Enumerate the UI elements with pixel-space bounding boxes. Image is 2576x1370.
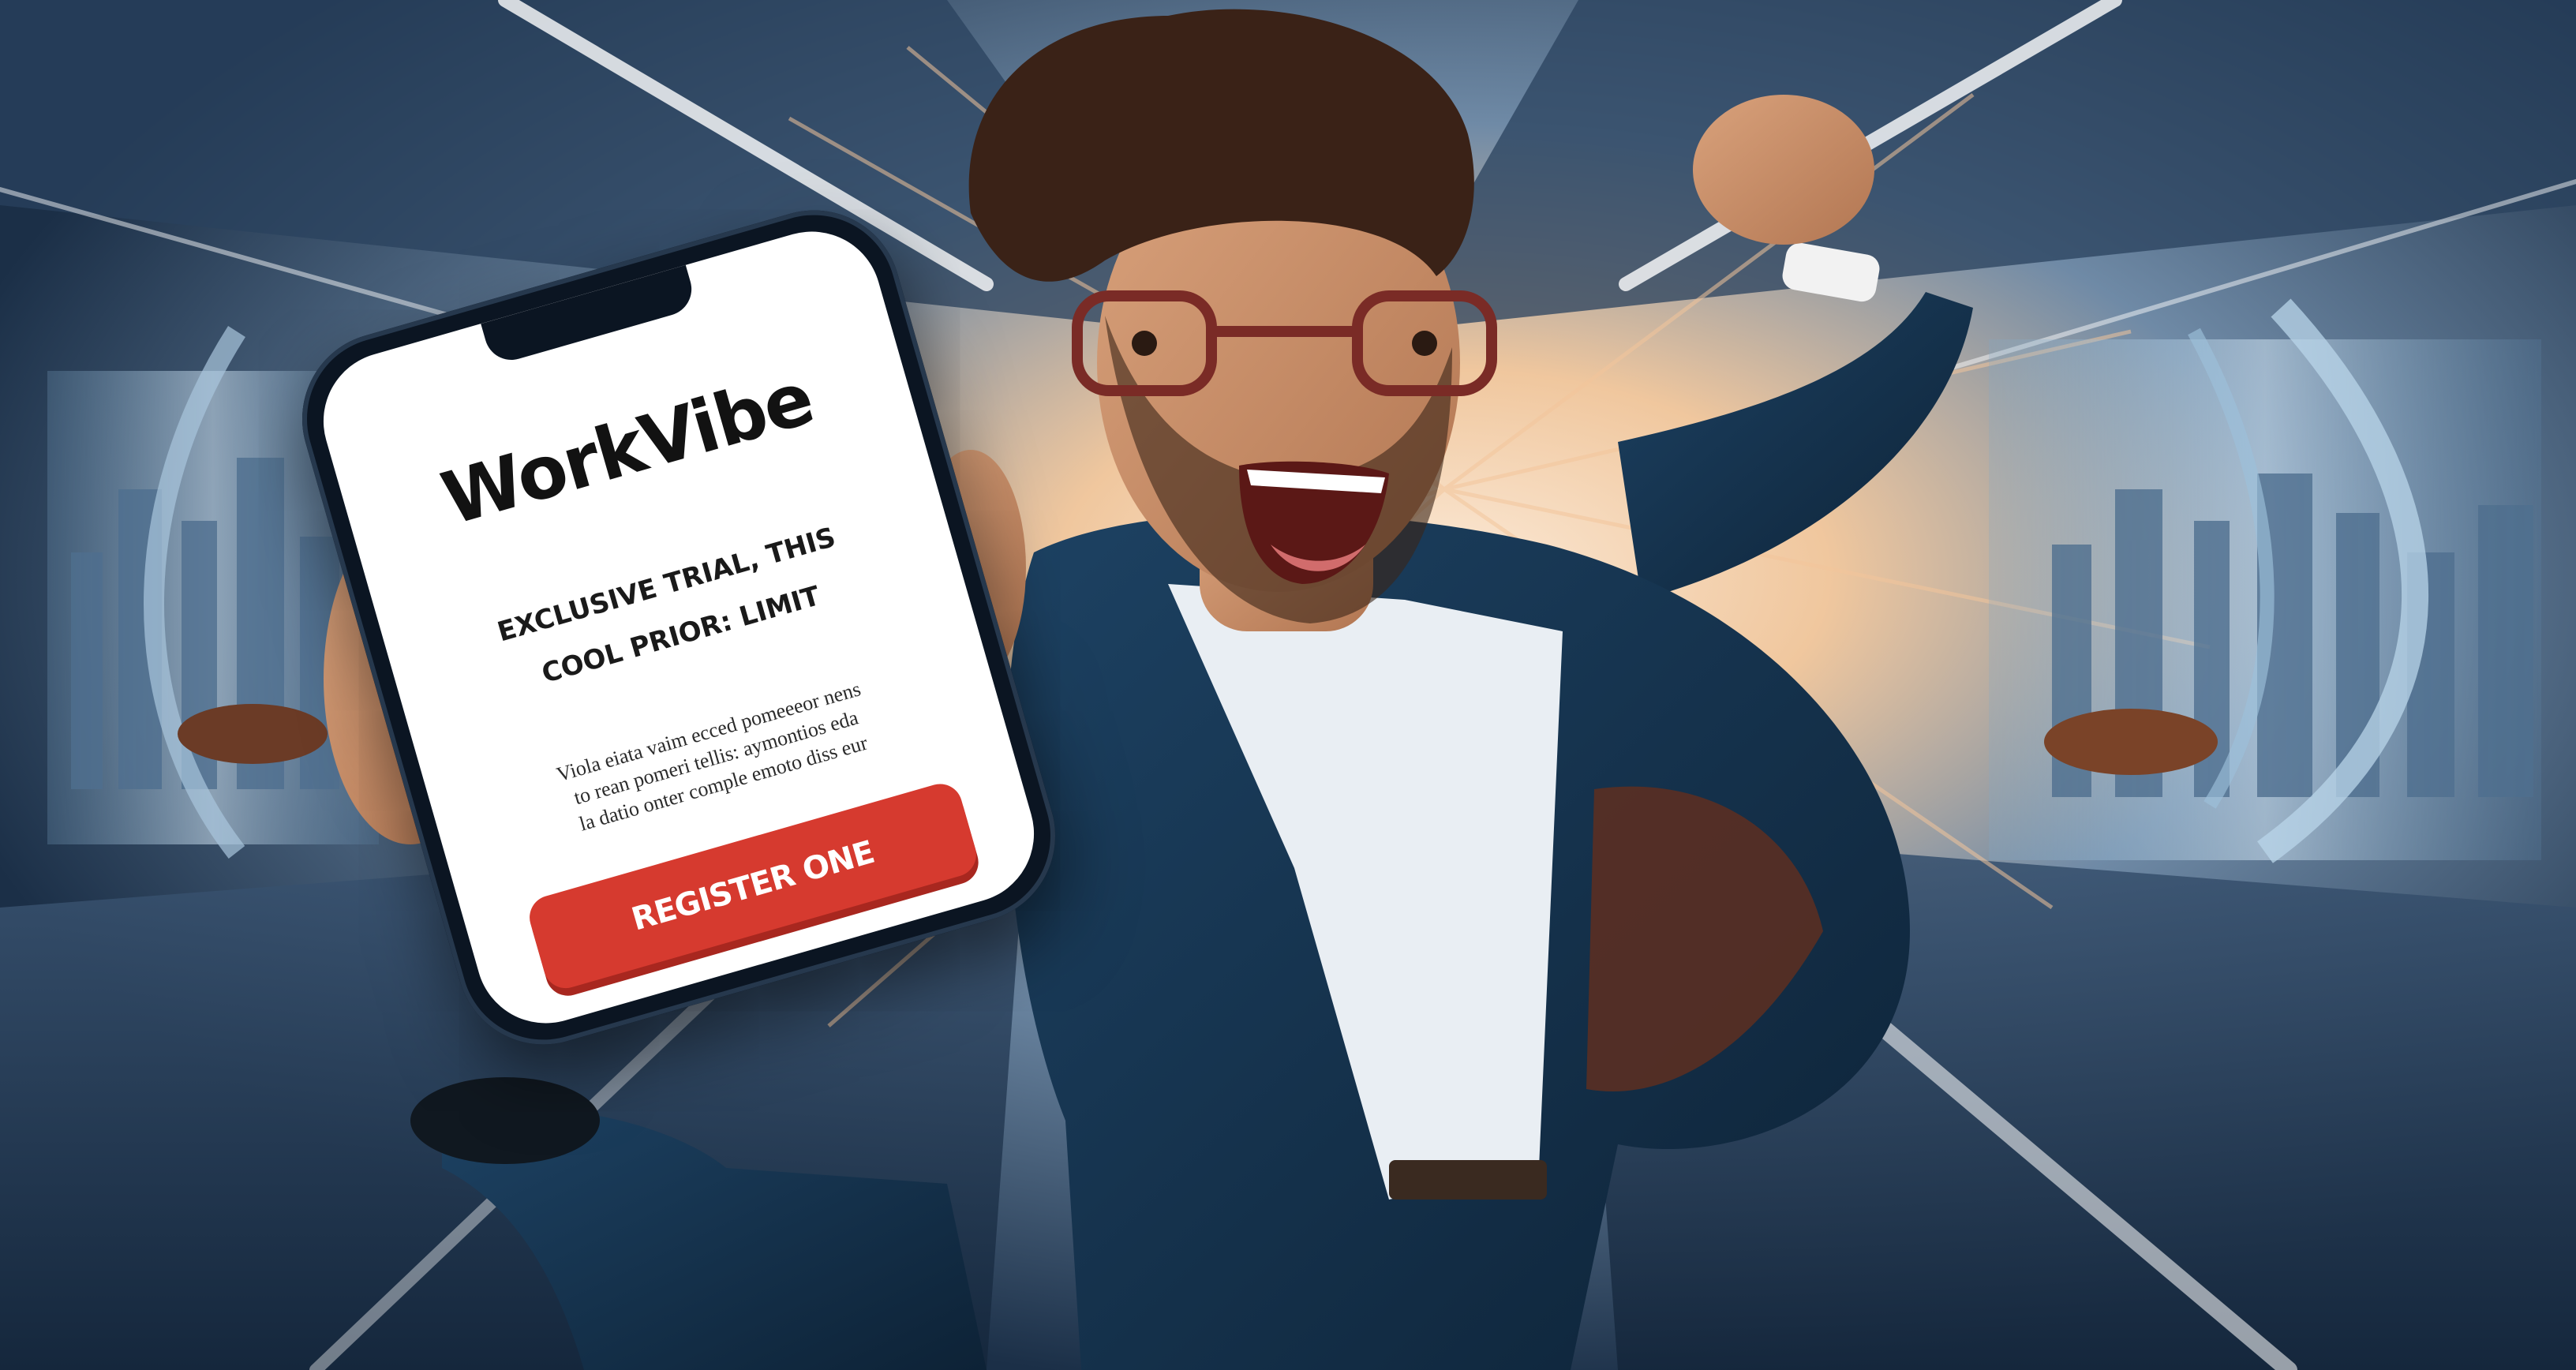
ad-scene: WorkVibe EXCLUSIVE TRIAL, THIS COOL PRIO… [0, 0, 2576, 1370]
belt [1389, 1160, 1547, 1200]
shoe [410, 1077, 600, 1164]
raised-fist [1693, 95, 1874, 245]
lounge-chair-left [178, 704, 328, 764]
lounge-chair-right [2044, 709, 2218, 775]
